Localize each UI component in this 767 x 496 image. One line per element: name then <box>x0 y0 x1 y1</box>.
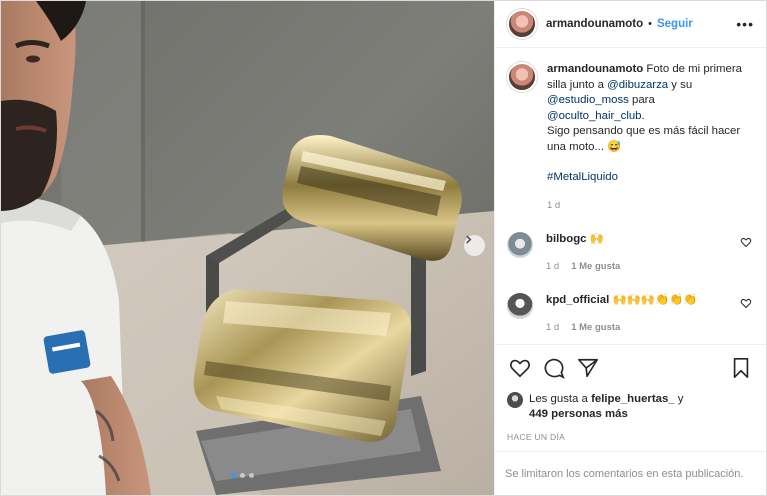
heart-outline-icon[interactable] <box>740 297 752 309</box>
comment-body: kpd_official 🙌🙌🙌👏👏👏 1 d 1 Me gusta <box>546 293 698 335</box>
next-photo-button[interactable] <box>464 235 485 256</box>
likes-prefix: Les gusta a <box>529 393 592 405</box>
comment-username[interactable]: kpd_official <box>546 294 609 306</box>
comment-bubble-icon[interactable] <box>543 357 565 379</box>
caption-text-line: Sigo pensando que es más fácil hacer una… <box>547 125 741 153</box>
caption-text: armandounamoto Foto de mi primera silla … <box>547 62 754 124</box>
photo-illustration <box>1 1 494 495</box>
header-username[interactable]: armandounamoto <box>546 18 643 30</box>
like-heart-icon[interactable] <box>509 357 531 379</box>
comment-text: 🙌🙌🙌👏👏👏 <box>612 294 698 306</box>
comment-likes[interactable]: 1 Me gusta <box>571 322 620 333</box>
caption-avatar[interactable] <box>507 62 537 92</box>
carousel-indicator <box>231 473 254 478</box>
comment-avatar[interactable] <box>507 293 533 319</box>
post-actions <box>495 344 766 390</box>
caption-body: armandounamoto Foto de mi primera silla … <box>547 62 754 213</box>
liker-username[interactable]: felipe_huertas_ <box>591 393 675 405</box>
post-sidebar: armandounamoto • Seguir ••• armandounamo… <box>494 1 766 495</box>
post-header: armandounamoto • Seguir ••• <box>495 1 766 48</box>
hashtag-link[interactable]: #MetalLiquido <box>547 170 754 186</box>
comment-body: bilbogc 🙌 1 d 1 Me gusta <box>546 232 620 274</box>
likes-middle: y <box>674 393 684 405</box>
comment-time[interactable]: 1 d <box>546 322 559 333</box>
comment-text: 🙌 <box>589 233 604 245</box>
caption-time[interactable]: 1 d <box>547 198 754 214</box>
carousel-dot <box>249 473 254 478</box>
carousel-dot <box>240 473 245 478</box>
caption: armandounamoto Foto de mi primera silla … <box>507 62 754 213</box>
avatar[interactable] <box>507 9 537 39</box>
share-paper-plane-icon[interactable] <box>577 357 599 379</box>
carousel-dot <box>231 473 236 478</box>
comments-section: armandounamoto Foto de mi primera silla … <box>495 48 766 344</box>
bookmark-icon[interactable] <box>730 357 752 379</box>
chevron-right-icon <box>466 235 472 244</box>
instagram-post: armandounamoto • Seguir ••• armandounamo… <box>0 0 767 496</box>
comment-item: bilbogc 🙌 1 d 1 Me gusta <box>507 232 754 274</box>
likes-text: Les gusta a felipe_huertas_ y 449 person… <box>529 392 684 422</box>
comment-time[interactable]: 1 d <box>546 261 559 272</box>
comment-item: kpd_official 🙌🙌🙌👏👏👏 1 d 1 Me gusta <box>507 293 754 335</box>
post-time-ago[interactable]: Hace un día <box>495 422 766 442</box>
comment-likes[interactable]: 1 Me gusta <box>571 261 620 272</box>
follow-button[interactable]: Seguir <box>657 18 693 30</box>
mention-link[interactable]: @estudio_moss <box>547 94 629 106</box>
mention-link[interactable]: @oculto_hair_club <box>547 110 642 122</box>
header-separator: • <box>648 18 652 30</box>
caption-text-part: y su <box>668 78 693 91</box>
comment-username[interactable]: bilbogc <box>546 233 587 245</box>
mention-link[interactable]: @dibuzarza <box>607 79 668 91</box>
heart-outline-icon[interactable] <box>740 236 752 248</box>
caption-text-part: para <box>628 94 655 106</box>
post-photo[interactable] <box>1 1 494 495</box>
comments-limited-notice: Se limitaron los comentarios en esta pub… <box>495 451 766 495</box>
likes-summary: Les gusta a felipe_huertas_ y 449 person… <box>495 390 766 422</box>
caption-text-part: . <box>641 109 645 122</box>
caption-username[interactable]: armandounamoto <box>547 63 643 75</box>
more-options-icon[interactable]: ••• <box>736 16 754 32</box>
liker-avatar[interactable] <box>507 392 523 408</box>
comment-avatar[interactable] <box>507 232 533 258</box>
likes-others[interactable]: 449 personas más <box>529 408 628 420</box>
